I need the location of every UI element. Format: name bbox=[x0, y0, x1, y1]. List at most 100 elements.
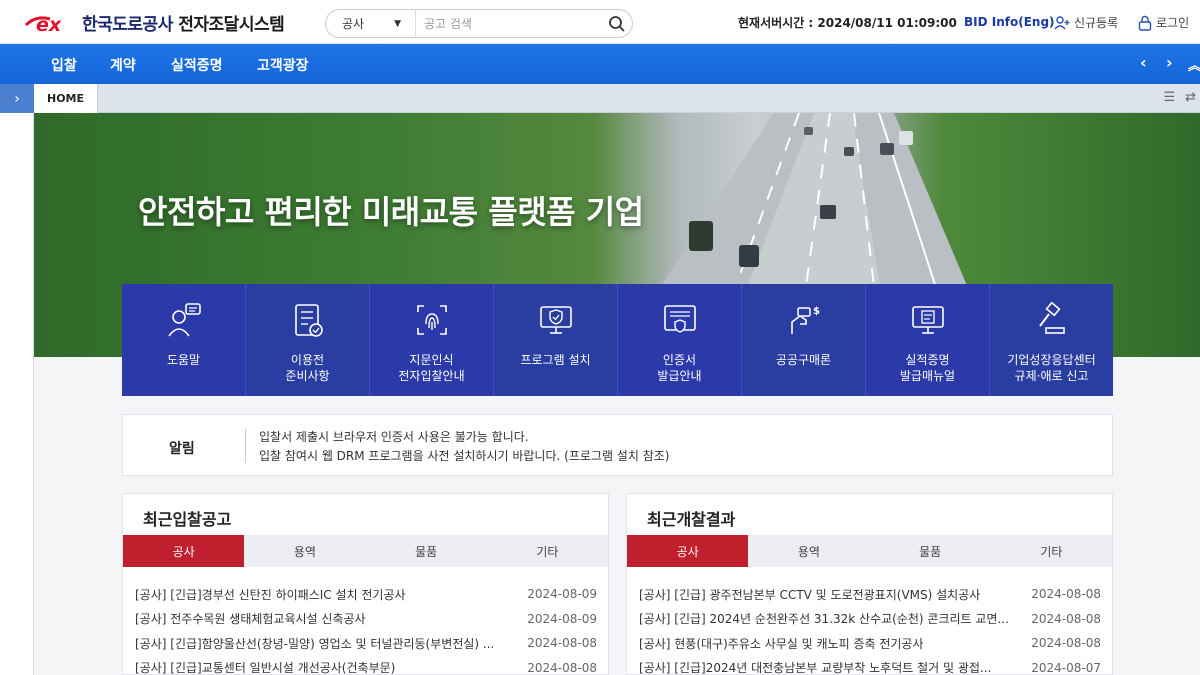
search-input[interactable] bbox=[416, 16, 602, 31]
result-category-tabs: 공사 용역 물품 기타 bbox=[627, 535, 1112, 567]
login-link[interactable]: 로그인 bbox=[1138, 14, 1189, 31]
english-site-link[interactable]: BID Info(Eng) bbox=[964, 15, 1055, 29]
tab-etc[interactable]: 기타 bbox=[487, 535, 608, 567]
svg-text:ex: ex bbox=[36, 14, 62, 35]
quick-item-performance-manual[interactable]: 실적증명 발급매뉴얼 bbox=[866, 284, 990, 396]
list-item-date: 2024-08-08 bbox=[1031, 587, 1101, 602]
notice-line[interactable]: 입찰 참여시 웹 DRM 프로그램을 사전 설치하시기 바랍니다. (프로그램 … bbox=[259, 447, 669, 466]
quick-item-help[interactable]: 도움말 bbox=[122, 284, 246, 396]
list-item[interactable]: [공사] [긴급]교통센터 일반시설 개선공사(건축부문) 2024-08-08 bbox=[135, 656, 597, 675]
quick-item-install[interactable]: 프로그램 설치 bbox=[494, 284, 618, 396]
tab-construction[interactable]: 공사 bbox=[123, 535, 245, 567]
breadcrumb-bar: › HOME ☰ ⇄ bbox=[0, 84, 1200, 113]
svg-text:$: $ bbox=[813, 306, 820, 317]
list-item-title[interactable]: [공사] [긴급]2024년 대전충남본부 교량부착 노후덕트 철거 및 광접.… bbox=[639, 659, 991, 675]
bid-category-tabs: 공사 용역 물품 기타 bbox=[123, 535, 608, 567]
server-time: 현재서버시간 : 2024/08/11 01:09:00 bbox=[738, 16, 957, 30]
certificate-icon bbox=[663, 305, 696, 333]
tab-goods[interactable]: 물품 bbox=[366, 535, 487, 567]
search-icon[interactable] bbox=[602, 10, 632, 37]
nav-item-customer[interactable]: 고객광장 bbox=[257, 55, 309, 75]
tab-etc[interactable]: 기타 bbox=[991, 535, 1112, 567]
tab-goods[interactable]: 물품 bbox=[870, 535, 991, 567]
quick-item-regulation-report[interactable]: 기업성장응답센터 규제·애로 신고 bbox=[990, 284, 1113, 396]
list-item-date: 2024-08-08 bbox=[1031, 611, 1101, 626]
quick-label: 프로그램 설치 bbox=[520, 353, 591, 367]
search-category-select[interactable]: 공사 ▼ bbox=[326, 10, 416, 37]
list-item-title[interactable]: [공사] [긴급]경부선 신탄진 하이패스IC 설치 전기공사 bbox=[135, 586, 406, 603]
lock-icon bbox=[1138, 15, 1152, 31]
tab-close-all-icon[interactable]: ⇄ bbox=[1185, 90, 1196, 105]
list-item[interactable]: [공사] [긴급]경부선 신탄진 하이패스IC 설치 전기공사 2024-08-0… bbox=[135, 582, 597, 607]
nav-item-performance[interactable]: 실적증명 bbox=[171, 55, 223, 75]
login-label: 로그인 bbox=[1156, 16, 1190, 30]
gavel-icon bbox=[1038, 301, 1065, 334]
quick-label: 도움말 bbox=[166, 353, 201, 367]
list-item-title[interactable]: [공사] [긴급] 2024년 순천완주선 31.32k 산수교(순천) 콘크리… bbox=[639, 610, 1009, 627]
nav-item-bid[interactable]: 입찰 bbox=[51, 55, 77, 75]
quick-menu: 도움말 이용전 준비사항 지문인식 전자입찰안내 프로그램 설치 인증서 발급안… bbox=[122, 284, 1113, 396]
list-item-title[interactable]: [공사] [긴급]교통센터 일반시설 개선공사(건축부문) bbox=[135, 659, 395, 675]
quick-item-certificate[interactable]: 인증서 발급안내 bbox=[618, 284, 742, 396]
list-item[interactable]: [공사] [긴급]2024년 대전충남본부 교량부착 노후덕트 철거 및 광접.… bbox=[639, 656, 1101, 675]
ex-logo-icon: ex bbox=[24, 11, 76, 36]
list-item-title[interactable]: [공사] [긴급] 광주전남본부 CCTV 및 도로전광표지(VMS) 설치공사 bbox=[639, 586, 980, 603]
notice-box: 알림 입찰서 제출시 브라우저 인증서 사용은 불가능 합니다. 입찰 참여시 … bbox=[122, 414, 1113, 476]
list-item[interactable]: [공사] 현풍(대구)주유소 사무실 및 캐노피 증축 전기공사 2024-08-… bbox=[639, 631, 1101, 656]
result-list: [공사] [긴급] 광주전남본부 CCTV 및 도로전광표지(VMS) 설치공사… bbox=[639, 582, 1101, 675]
fingerprint-icon bbox=[416, 305, 447, 335]
list-item[interactable]: [공사] [긴급] 2024년 순천완주선 31.32k 산수교(순천) 콘크리… bbox=[639, 607, 1101, 632]
user-add-icon bbox=[1054, 15, 1070, 29]
signup-link[interactable]: 신규등록 bbox=[1054, 14, 1118, 31]
logo-system: 전자조달시스템 bbox=[178, 15, 285, 35]
panel-title: 최근입찰공고 bbox=[143, 510, 232, 529]
search-box: 공사 ▼ bbox=[325, 9, 633, 38]
list-item-title[interactable]: [공사] [긴급]함양울산선(창녕-밀양) 영업소 및 터널관리동(부변전실) … bbox=[135, 635, 494, 652]
sidebar-toggle-icon[interactable]: › bbox=[0, 84, 34, 113]
quick-label: 지문인식 전자입찰안내 bbox=[398, 353, 465, 383]
quick-item-fingerprint[interactable]: 지문인식 전자입찰안내 bbox=[370, 284, 494, 396]
nav-item-contract[interactable]: 계약 bbox=[110, 55, 136, 75]
list-item-date: 2024-08-07 bbox=[1031, 660, 1101, 675]
quick-label: 실적증명 발급매뉴얼 bbox=[899, 353, 956, 383]
nav-collapse-icon[interactable]: ︽ bbox=[1188, 55, 1200, 74]
tab-service[interactable]: 용역 bbox=[748, 535, 869, 567]
notice-line[interactable]: 입찰서 제출시 브라우저 인증서 사용은 불가능 합니다. bbox=[259, 428, 669, 447]
quick-item-public-purchase[interactable]: $ 공공구매론 bbox=[742, 284, 866, 396]
main-nav: 입찰 계약 실적증명 고객광장 ‹ › ︽ bbox=[0, 44, 1200, 84]
list-item-title[interactable]: [공사] 현풍(대구)주유소 사무실 및 캐노피 증축 전기공사 bbox=[639, 635, 924, 652]
signup-label: 신규등록 bbox=[1074, 16, 1119, 30]
hero-title: 안전하고 편리한 미래교통 플랫폼 기업 bbox=[138, 193, 644, 231]
list-item-date: 2024-08-08 bbox=[1031, 636, 1101, 651]
tab-controls: ☰ ⇄ bbox=[1163, 90, 1196, 105]
list-item[interactable]: [공사] [긴급] 광주전남본부 CCTV 및 도로전광표지(VMS) 설치공사… bbox=[639, 582, 1101, 607]
tab-home[interactable]: HOME bbox=[34, 84, 98, 113]
list-item[interactable]: [공사] [긴급]함양울산선(창녕-밀양) 영업소 및 터널관리동(부변전실) … bbox=[135, 631, 597, 656]
tab-list-icon[interactable]: ☰ bbox=[1163, 90, 1175, 105]
caret-down-icon: ▼ bbox=[394, 18, 401, 29]
logo[interactable]: ex 한국도로공사 전자조달시스템 bbox=[24, 10, 285, 36]
logo-org: 한국도로공사 bbox=[82, 15, 173, 35]
list-item-date: 2024-08-08 bbox=[527, 636, 597, 651]
search-category-value: 공사 bbox=[342, 17, 365, 31]
tab-construction[interactable]: 공사 bbox=[627, 535, 749, 567]
monitor-doc-icon bbox=[911, 306, 944, 334]
quick-item-prep[interactable]: 이용전 준비사항 bbox=[246, 284, 370, 396]
notice-lines: 입찰서 제출시 브라우저 인증서 사용은 불가능 합니다. 입찰 참여시 웹 D… bbox=[259, 428, 669, 466]
recent-bids-panel: 최근입찰공고 공사 용역 물품 기타 [공사] [긴급]경부선 신탄진 하이패스… bbox=[122, 493, 609, 675]
nav-prev-icon[interactable]: ‹ bbox=[1140, 53, 1147, 72]
tab-service[interactable]: 용역 bbox=[244, 535, 365, 567]
divider bbox=[245, 429, 246, 463]
notice-title: 알림 bbox=[169, 441, 195, 457]
nav-next-icon[interactable]: › bbox=[1166, 53, 1173, 72]
quick-label: 공공구매론 bbox=[775, 353, 832, 367]
recent-results-panel: 최근개찰결과 공사 용역 물품 기타 [공사] [긴급] 광주전남본부 CCTV… bbox=[626, 493, 1113, 675]
monitor-shield-icon bbox=[539, 306, 572, 334]
checklist-icon bbox=[294, 304, 323, 337]
list-item-date: 2024-08-09 bbox=[527, 587, 597, 602]
list-item[interactable]: [공사] 전주수목원 생태체험교육시설 신축공사 2024-08-09 bbox=[135, 607, 597, 632]
bid-list: [공사] [긴급]경부선 신탄진 하이패스IC 설치 전기공사 2024-08-0… bbox=[135, 582, 597, 675]
quick-label: 인증서 발급안내 bbox=[657, 353, 702, 383]
list-item-title[interactable]: [공사] 전주수목원 생태체험교육시설 신축공사 bbox=[135, 610, 366, 627]
panel-title: 최근개찰결과 bbox=[647, 510, 736, 529]
